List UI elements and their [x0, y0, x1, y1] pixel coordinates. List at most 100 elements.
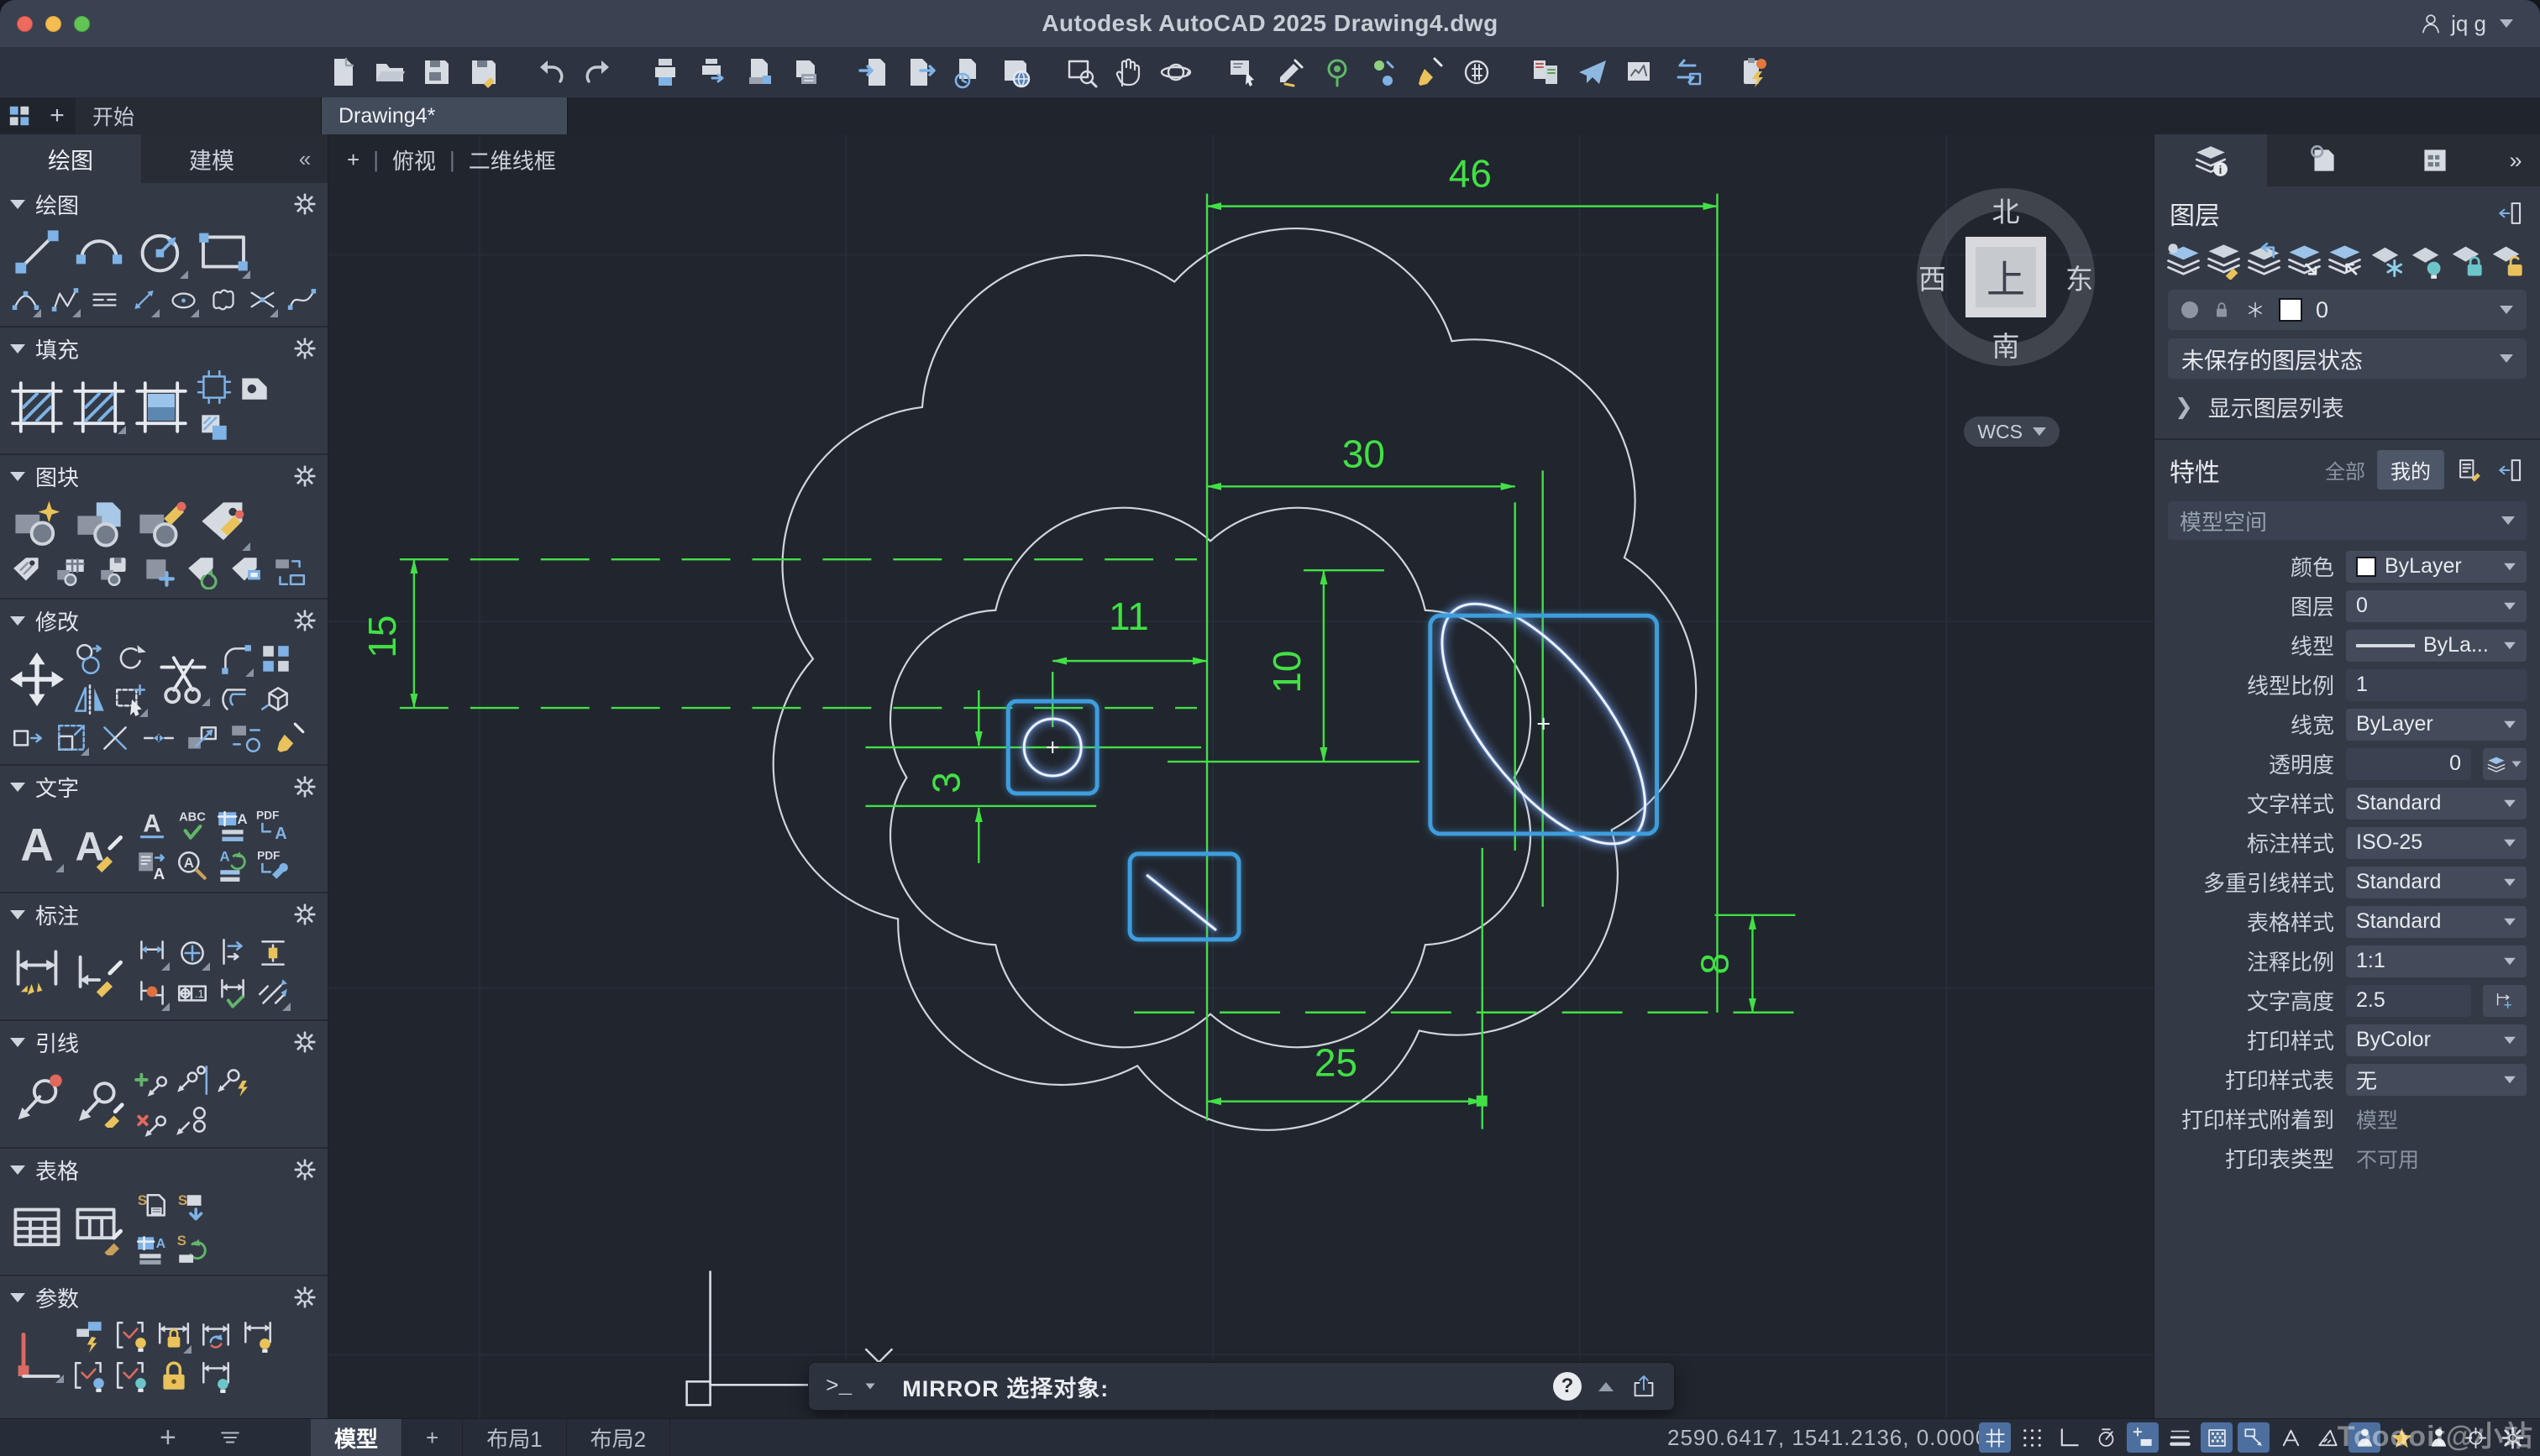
dynamic-input-toggle[interactable]	[2275, 1422, 2306, 1453]
tool-geometric-constraint[interactable]	[10, 1329, 64, 1383]
viewcube[interactable]: 北 南 西 东 上	[1917, 188, 2095, 366]
mleader-style-select[interactable]: Standard	[2346, 866, 2527, 898]
color-select[interactable]: ByLayer	[2346, 550, 2527, 583]
autoscale-toggle[interactable]	[2385, 1422, 2417, 1453]
tool-spell-check[interactable]: ABC	[175, 808, 210, 843]
tool-auto-constrain[interactable]	[72, 1318, 108, 1354]
tool-measure[interactable]	[129, 282, 160, 317]
user-menu[interactable]: jq g	[2407, 7, 2525, 40]
save-to-web-button[interactable]	[998, 55, 1031, 89]
tool-table-edit[interactable]	[72, 1202, 126, 1255]
tool-show-constraints[interactable]	[114, 1318, 150, 1354]
collapse-icon[interactable]	[10, 343, 25, 354]
tool-copy[interactable]	[72, 642, 108, 677]
previous-layer-button[interactable]	[2245, 242, 2283, 280]
snap-toggle[interactable]	[2016, 1422, 2048, 1453]
tool-dim-center[interactable]	[175, 935, 210, 971]
tool-line[interactable]	[10, 225, 64, 279]
zoom-window-button[interactable]	[1065, 55, 1099, 89]
add-layout-button[interactable]: +	[402, 1419, 464, 1456]
tool-arc[interactable]	[72, 225, 126, 279]
tool-join[interactable]	[141, 720, 176, 756]
drawing-compare-button[interactable]	[1529, 55, 1562, 89]
viewcube-west[interactable]: 西	[1918, 257, 1946, 297]
view-control[interactable]: 俯视	[392, 144, 436, 175]
edit-properties-icon[interactable]	[2456, 456, 2485, 484]
layer-edit-button[interactable]	[2205, 242, 2243, 280]
match-properties-button[interactable]	[1273, 55, 1307, 89]
tool-dim-show[interactable]	[240, 1318, 276, 1354]
tool-attribute-display[interactable]	[228, 554, 264, 589]
layer-freeze-button[interactable]	[2366, 242, 2404, 280]
tab-start[interactable]: 开始	[76, 97, 322, 134]
gear-icon[interactable]	[292, 774, 318, 799]
tool-dim-oblique[interactable]	[255, 976, 291, 1011]
layer-unisolate-button[interactable]	[2326, 242, 2364, 280]
text-height-input[interactable]: 2.5	[2346, 984, 2471, 1017]
tool-show-all-constraints[interactable]	[114, 1359, 150, 1394]
geolocation-button[interactable]	[1320, 55, 1354, 89]
annotation-scale-select[interactable]: 1:1	[2346, 945, 2527, 977]
tool-hatch-edit[interactable]	[72, 380, 126, 434]
tool-tolerance[interactable]: .1	[175, 976, 210, 1011]
panel-tab-layers[interactable]: i	[2154, 134, 2267, 186]
layer-color-swatch[interactable]	[2279, 298, 2302, 322]
layer-unlock-button[interactable]	[2487, 242, 2525, 280]
tool-block-table[interactable]	[54, 554, 89, 589]
collapse-icon[interactable]	[10, 1292, 25, 1302]
tool-trim[interactable]	[156, 652, 210, 706]
panel-tab-sheetset[interactable]	[2379, 134, 2491, 186]
tool-single-text[interactable]: A	[134, 808, 170, 843]
lineweight-select[interactable]: ByLayer	[2346, 708, 2527, 741]
text-style-select[interactable]: Standard	[2346, 787, 2527, 820]
tool-block-add[interactable]	[141, 554, 176, 589]
transparency-bylayer-button[interactable]	[2483, 747, 2527, 780]
transparency-input[interactable]: 0	[2346, 747, 2471, 780]
plot-style-table-select[interactable]: 无	[2346, 1063, 2527, 1096]
palette-tab-draw[interactable]: 绘图	[0, 134, 141, 183]
palette-tab-model[interactable]: 建模	[141, 134, 282, 183]
undo-button[interactable]	[534, 55, 568, 89]
tool-text-edit[interactable]: A	[72, 819, 126, 872]
point-style-button[interactable]	[1367, 55, 1401, 89]
tool-leader-add[interactable]	[134, 1063, 170, 1098]
tool-pdf-import-text[interactable]: PDF A	[255, 808, 291, 843]
collapse-icon[interactable]	[10, 909, 25, 919]
linetype-scale-input[interactable]: 1	[2346, 668, 2527, 701]
tool-dimension-edit[interactable]	[72, 946, 126, 1000]
tool-offset[interactable]	[218, 682, 254, 717]
import-button[interactable]	[857, 55, 890, 89]
layer-isolate-button[interactable]	[2285, 242, 2323, 280]
tool-multileader[interactable]	[10, 1074, 64, 1128]
tool-dim-check[interactable]	[215, 976, 250, 1011]
osnap-toggle[interactable]	[2127, 1422, 2159, 1453]
tool-dim-ordinate[interactable]	[255, 935, 291, 971]
tool-dim-linear[interactable]	[134, 935, 170, 971]
grid-toggle[interactable]	[1979, 1422, 2011, 1453]
tool-text-update[interactable]: A	[215, 848, 250, 883]
tool-polyline[interactable]	[50, 282, 81, 317]
tool-leader-align[interactable]	[175, 1063, 210, 1098]
isolate-objects-toggle[interactable]	[2459, 1422, 2491, 1453]
viewcube-top-face[interactable]: 上	[1965, 237, 2046, 317]
tool-revcloud[interactable]	[207, 282, 239, 317]
gear-icon[interactable]	[292, 902, 318, 927]
quick-select-button[interactable]	[1226, 55, 1260, 89]
tab-overview-icon[interactable]	[0, 97, 39, 134]
gear-icon[interactable]	[292, 1157, 318, 1182]
gear-icon[interactable]	[292, 191, 318, 217]
layout1-tab[interactable]: 布局1	[463, 1419, 567, 1456]
panel-tab-attach[interactable]	[2267, 134, 2380, 186]
tool-text-align[interactable]: A	[134, 848, 170, 883]
palette-add-button[interactable]: +	[160, 1422, 176, 1454]
polar-toggle[interactable]	[2090, 1422, 2122, 1453]
layout2-tab[interactable]: 布局2	[567, 1419, 671, 1456]
tool-dim-constraint[interactable]	[156, 1318, 192, 1354]
tool-block-replace[interactable]	[272, 554, 307, 589]
redo-button[interactable]	[581, 55, 615, 89]
visual-style-control[interactable]: 二维线框	[469, 144, 556, 175]
collapse-icon[interactable]	[10, 782, 25, 792]
tool-gradient[interactable]	[134, 380, 188, 434]
viewport-menu-button[interactable]: +	[347, 147, 359, 173]
tool-mtext[interactable]: A	[10, 819, 64, 872]
